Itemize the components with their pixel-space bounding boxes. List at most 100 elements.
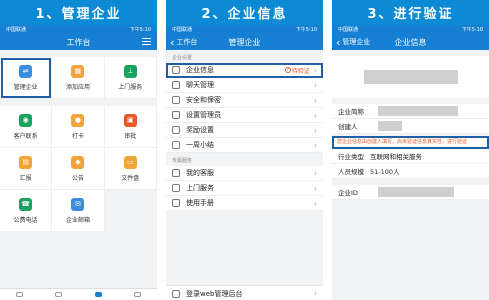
app-tile[interactable]: ✉ 企业邮箱: [52, 190, 105, 232]
app-tile[interactable]: ▤ 汇报: [0, 148, 53, 190]
app-tile[interactable]: ⇌ 管理企业: [0, 57, 53, 99]
app-icon: ☎: [19, 197, 33, 211]
nav-bar: ‹ 管理企业 企业信息: [332, 34, 489, 50]
item-label: 聊天管理: [186, 81, 214, 89]
app-tile[interactable]: ☎ 公费电话: [0, 190, 53, 232]
chevron-right-icon: ›: [313, 289, 317, 298]
app-label: 上门服务: [118, 83, 143, 91]
field-row: 人员规模 51-100人: [332, 164, 489, 179]
app-tile[interactable]: ▣ 审批: [104, 106, 157, 148]
app-label: 公告: [71, 174, 84, 182]
list-item[interactable]: 我的客服 ›: [166, 166, 323, 181]
page-title: 工作台: [66, 37, 91, 47]
tab-contacts-icon[interactable]: [55, 292, 63, 297]
app-label: 添加应用: [65, 83, 90, 91]
chevron-right-icon: ›: [313, 80, 317, 90]
app-tile[interactable]: ▦ 添加应用: [52, 57, 105, 99]
tab-workbench-icon[interactable]: [94, 292, 102, 297]
app-icon: ▭: [123, 155, 137, 169]
item-label: 安全和保密: [186, 96, 221, 104]
back-label: 工作台: [176, 38, 198, 46]
list-item[interactable]: 安全和保密 ›: [166, 93, 323, 108]
item-icon: [172, 141, 180, 149]
monitor-icon: [172, 289, 180, 298]
field-key: 人员规模: [338, 168, 364, 176]
step-banner: 1、管理企业: [0, 0, 157, 25]
back-button[interactable]: ‹ 管理企业: [336, 34, 370, 50]
field-key: 企业ID: [338, 189, 358, 197]
settings-list: 企业信息? 待验证 › 聊天管理 › 安全和保密 › 设置管理员 › 奖励设置 › 一周小结 ›: [166, 63, 323, 153]
item-icon: [172, 169, 180, 177]
item-icon: [172, 111, 180, 119]
item-label: 上门服务: [186, 184, 214, 192]
field-key: 企业简称: [338, 108, 364, 116]
chevron-right-icon: ›: [313, 168, 317, 178]
app-label: 管理企业: [13, 83, 38, 91]
app-label: 打卡: [71, 132, 84, 140]
list-item[interactable]: 聊天管理 ›: [166, 78, 323, 93]
field-row: 创建人: [332, 119, 489, 134]
item-icon: [172, 81, 180, 89]
app-label: 文件盘: [121, 174, 140, 182]
app-icon: ▣: [123, 113, 137, 127]
page-title: 企业信息: [394, 37, 427, 47]
app-tile[interactable]: ▭ 文件盘: [104, 148, 157, 190]
carrier-label: 中国联通: [172, 27, 193, 33]
step-banner: 3、进行验证: [332, 0, 489, 25]
field-row: 企业ID: [332, 185, 489, 200]
item-label: 企业信息: [186, 66, 214, 74]
pending-badge: ? 待验证: [284, 66, 310, 75]
item-label: 我的客服: [186, 169, 214, 177]
app-tile[interactable]: ◉ 客户联系: [0, 106, 53, 148]
field-key: 行业类型: [338, 153, 364, 161]
app-tile[interactable]: ◆ 公告: [52, 148, 105, 190]
app-label: 企业邮箱: [65, 216, 90, 224]
time-label: 下午5:10: [129, 27, 151, 33]
chevron-left-icon: ‹: [170, 35, 175, 49]
status-bar: 中国联通 下午5:10: [166, 25, 323, 34]
list-item[interactable]: 奖励设置 ›: [166, 123, 323, 138]
verify-warning-link[interactable]: 您企业信息由创建人填写，尚未验证信息真实性，进行验证: [332, 136, 489, 149]
carrier-label: 中国联通: [6, 27, 27, 33]
web-admin-row[interactable]: 登录web管理后台 ›: [166, 285, 323, 300]
app-label: 审批: [124, 132, 137, 140]
panel-manage-enterprise: 2、企业信息 中国联通 下午5:10 ‹ 工作台 管理企业 企业设置 企业信息?…: [166, 0, 323, 300]
app-icon: ▦: [71, 64, 85, 78]
tab-message-icon[interactable]: [16, 292, 24, 297]
list-item[interactable]: 上门服务 ›: [166, 181, 323, 196]
chevron-left-icon: ‹: [336, 35, 341, 49]
nav-bar: ‹ 工作台 管理企业: [166, 34, 323, 50]
carrier-label: 中国联通: [338, 27, 359, 33]
item-label: 奖励设置: [186, 126, 214, 134]
tab-me-icon[interactable]: [133, 292, 141, 297]
web-admin-label: 登录web管理后台: [186, 289, 243, 298]
back-label: 管理企业: [342, 38, 371, 46]
chevron-right-icon: ›: [313, 95, 317, 105]
field-key: 创建人: [338, 123, 358, 131]
app-icon: ⊥: [123, 64, 137, 78]
chevron-right-icon: ›: [313, 65, 317, 75]
status-bar: 中国联通 下午5:10: [0, 25, 157, 34]
nav-bar: 工作台: [0, 34, 157, 50]
field-row: 企业简称: [332, 104, 489, 119]
settings-icon[interactable]: [142, 38, 151, 46]
app-icon: ●: [71, 113, 85, 127]
app-icon: ◉: [19, 113, 33, 127]
item-icon: [172, 66, 180, 74]
panel-workbench: 1、管理企业 中国联通 下午5:10 工作台 ⇌ 管理企业 ▦ 添加应用 ⊥ 上门服务 ◉ 客…: [0, 0, 157, 300]
list-item[interactable]: 一周小结 ›: [166, 138, 323, 153]
page-title: 管理企业: [228, 37, 261, 47]
item-label: 设置管理员: [186, 111, 221, 119]
back-button[interactable]: ‹ 工作台: [170, 34, 197, 50]
time-label: 下午5:10: [461, 27, 483, 33]
item-icon: [172, 199, 180, 207]
app-tile[interactable]: ● 打卡: [52, 106, 105, 148]
list-item[interactable]: 企业信息 ? 待验证 ›: [166, 63, 323, 78]
list-item[interactable]: 使用手册 ›: [166, 196, 323, 211]
tab-bar: [0, 288, 157, 300]
redacted-enterprise-name: [363, 70, 458, 84]
chevron-right-icon: ›: [313, 140, 317, 150]
chevron-right-icon: ›: [313, 110, 317, 120]
list-item[interactable]: 设置管理员 ›: [166, 108, 323, 123]
app-tile[interactable]: ⊥ 上门服务: [104, 57, 157, 99]
